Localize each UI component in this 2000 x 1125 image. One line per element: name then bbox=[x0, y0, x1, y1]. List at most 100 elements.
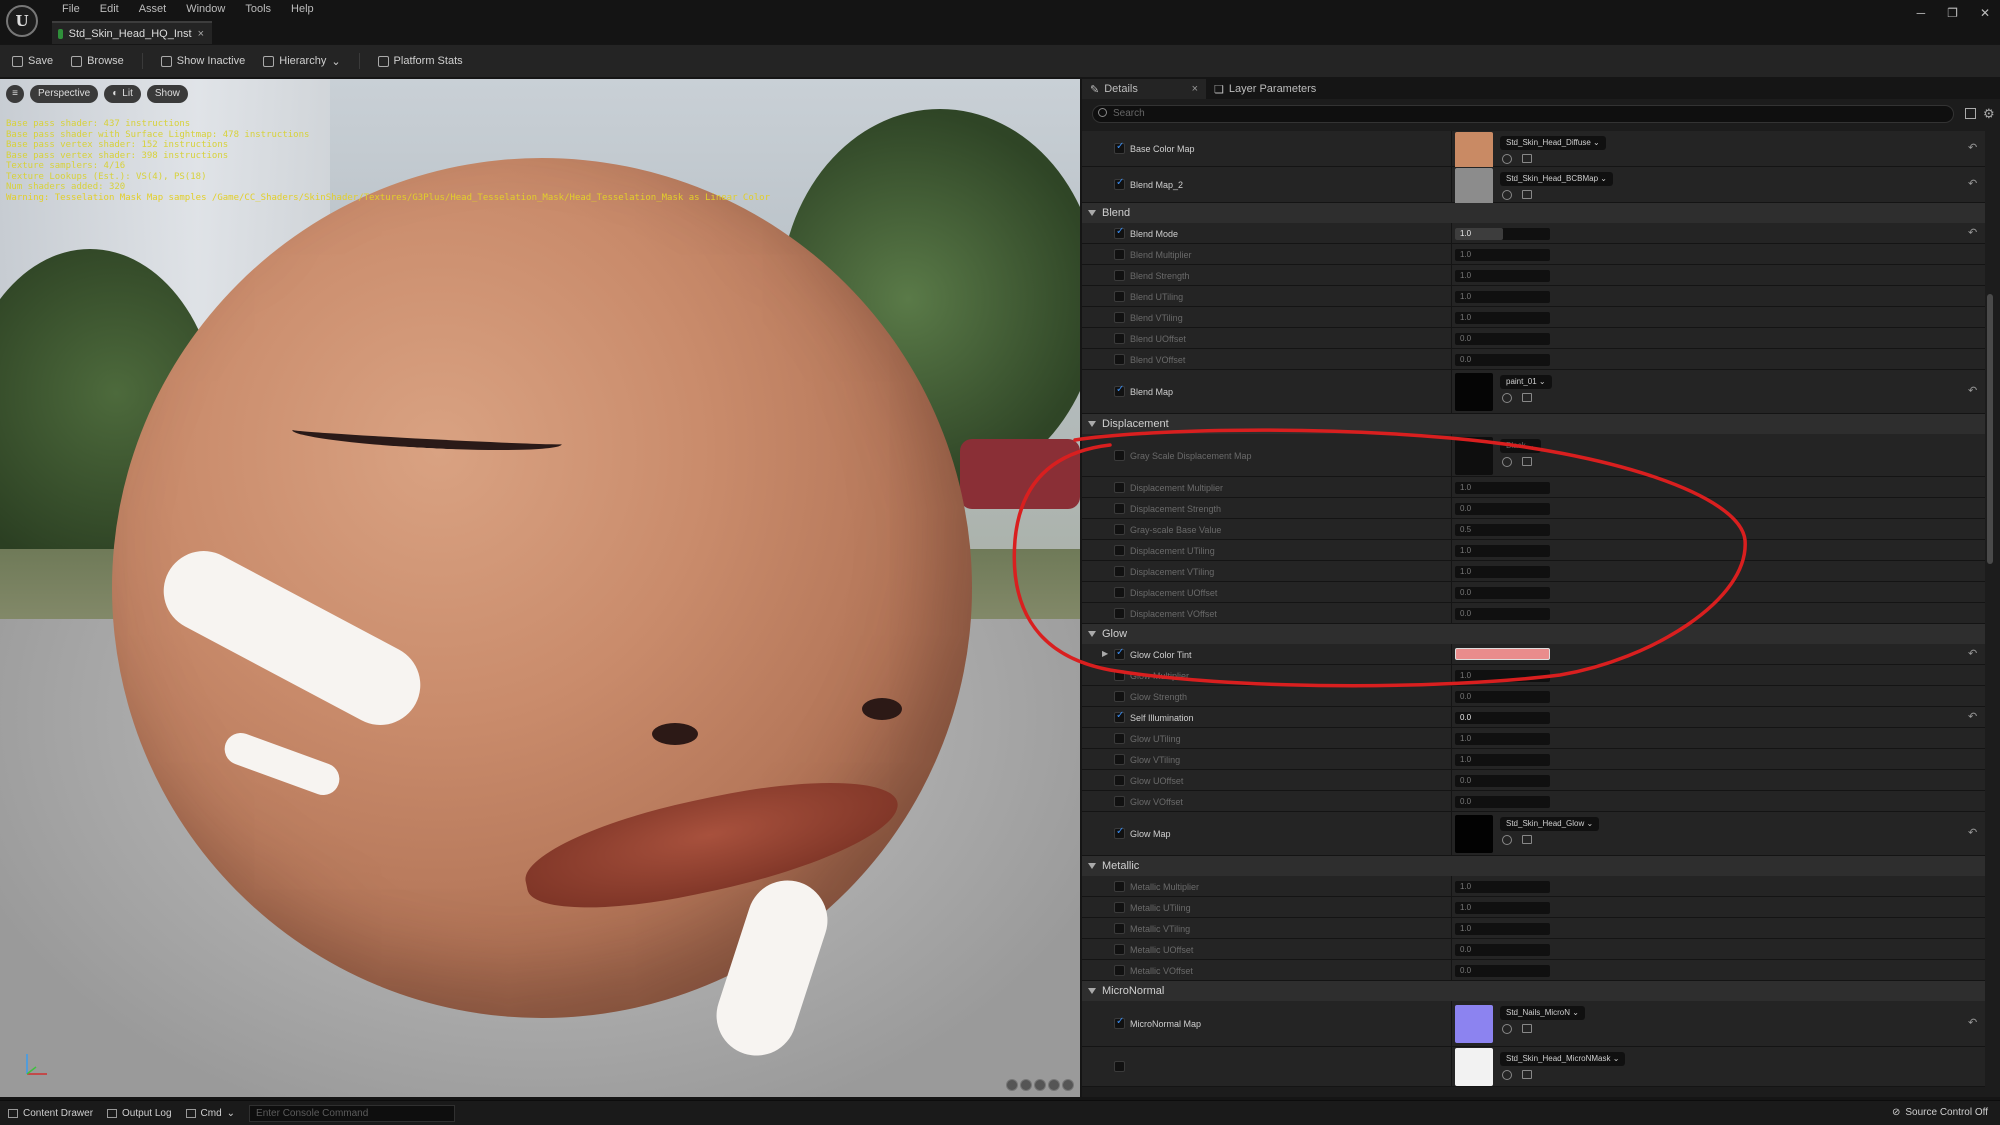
column-splitter[interactable] bbox=[1451, 897, 1452, 917]
category-glow[interactable]: Glow bbox=[1082, 624, 1985, 644]
override-checkbox[interactable] bbox=[1114, 923, 1125, 934]
override-checkbox[interactable] bbox=[1114, 670, 1125, 681]
use-selected-icon[interactable] bbox=[1502, 457, 1512, 467]
browse-asset-icon[interactable] bbox=[1522, 154, 1532, 163]
override-checkbox[interactable] bbox=[1114, 270, 1125, 281]
override-checkbox[interactable] bbox=[1114, 249, 1125, 260]
close-tab-icon[interactable]: × bbox=[198, 28, 204, 40]
column-splitter[interactable] bbox=[1451, 686, 1452, 706]
reset-to-default-icon[interactable]: ↶ bbox=[1968, 647, 1977, 660]
tab-layer-parameters[interactable]: ❏ Layer Parameters bbox=[1206, 79, 1324, 99]
menu-edit[interactable]: Edit bbox=[90, 2, 129, 16]
use-selected-icon[interactable] bbox=[1502, 393, 1512, 403]
use-selected-icon[interactable] bbox=[1502, 154, 1512, 164]
content-drawer-button[interactable]: Content Drawer bbox=[8, 1108, 93, 1119]
show-button[interactable]: Show bbox=[146, 85, 188, 103]
column-splitter[interactable] bbox=[1451, 749, 1452, 769]
category-micronormal[interactable]: MicroNormal bbox=[1082, 981, 1985, 1001]
override-checkbox[interactable] bbox=[1114, 710, 1125, 723]
grid-view-icon[interactable] bbox=[1965, 108, 1976, 119]
override-checkbox[interactable] bbox=[1114, 177, 1125, 190]
reset-to-default-icon[interactable]: ↶ bbox=[1968, 177, 1977, 190]
override-checkbox[interactable] bbox=[1114, 354, 1125, 365]
category-metallic[interactable]: Metallic bbox=[1082, 856, 1985, 876]
cylinder-preview-icon[interactable] bbox=[1006, 1079, 1018, 1091]
use-selected-icon[interactable] bbox=[1502, 190, 1512, 200]
perspective-button[interactable]: Perspective bbox=[30, 85, 99, 103]
browse-asset-icon[interactable] bbox=[1522, 457, 1532, 466]
numeric-input[interactable]: 1.0 bbox=[1455, 545, 1550, 557]
numeric-input[interactable]: 1.0 bbox=[1455, 923, 1550, 935]
override-checkbox[interactable] bbox=[1114, 796, 1125, 807]
numeric-input[interactable]: 1.0 bbox=[1455, 733, 1550, 745]
browse-asset-icon[interactable] bbox=[1522, 835, 1532, 844]
override-checkbox[interactable] bbox=[1114, 226, 1125, 239]
column-splitter[interactable] bbox=[1451, 167, 1452, 202]
override-checkbox[interactable] bbox=[1114, 775, 1125, 786]
texture-asset-picker[interactable]: Black ⌄ bbox=[1500, 439, 1541, 453]
override-checkbox[interactable] bbox=[1114, 608, 1125, 619]
numeric-input[interactable]: 1.0 bbox=[1455, 270, 1550, 282]
column-splitter[interactable] bbox=[1451, 707, 1452, 727]
column-splitter[interactable] bbox=[1451, 370, 1452, 413]
reset-to-default-icon[interactable]: ↶ bbox=[1968, 226, 1977, 239]
override-checkbox[interactable] bbox=[1114, 691, 1125, 702]
override-checkbox[interactable] bbox=[1114, 881, 1125, 892]
console-input[interactable]: Enter Console Command bbox=[249, 1104, 456, 1122]
color-swatch[interactable] bbox=[1455, 648, 1550, 660]
show-inactive-button[interactable]: Show Inactive bbox=[160, 55, 245, 67]
minimize-icon[interactable]: ─ bbox=[1917, 6, 1926, 20]
category-displacement[interactable]: Displacement bbox=[1082, 414, 1985, 434]
override-checkbox[interactable] bbox=[1114, 826, 1125, 839]
numeric-input[interactable]: 1.0 bbox=[1455, 291, 1550, 303]
override-checkbox[interactable] bbox=[1114, 482, 1125, 493]
unreal-logo-icon[interactable]: U bbox=[6, 5, 38, 37]
column-splitter[interactable] bbox=[1451, 812, 1452, 855]
texture-thumbnail[interactable] bbox=[1455, 815, 1493, 853]
override-checkbox[interactable] bbox=[1114, 333, 1125, 344]
tab-details[interactable]: ✎ Details × bbox=[1082, 79, 1206, 99]
numeric-input[interactable]: 0.0 bbox=[1455, 944, 1550, 956]
numeric-input[interactable]: 1.0 bbox=[1455, 902, 1550, 914]
numeric-input[interactable]: 0.0 bbox=[1455, 333, 1550, 345]
numeric-input[interactable]: 0.0 bbox=[1455, 691, 1550, 703]
reset-to-default-icon[interactable]: ↶ bbox=[1968, 826, 1977, 839]
column-splitter[interactable] bbox=[1451, 939, 1452, 959]
column-splitter[interactable] bbox=[1451, 286, 1452, 306]
numeric-input[interactable]: 0.0 bbox=[1455, 712, 1550, 724]
override-checkbox[interactable] bbox=[1114, 754, 1125, 765]
reset-to-default-icon[interactable]: ↶ bbox=[1968, 1016, 1977, 1029]
lit-button[interactable]: ◐ Lit bbox=[104, 85, 141, 103]
cmd-dropdown[interactable]: Cmd ⌄ bbox=[185, 1108, 235, 1119]
column-splitter[interactable] bbox=[1451, 1001, 1452, 1046]
viewport-menu-button[interactable]: ≡ bbox=[6, 85, 24, 103]
save-button[interactable]: Save bbox=[12, 55, 53, 67]
category-blend[interactable]: Blend bbox=[1082, 203, 1985, 223]
override-checkbox[interactable] bbox=[1114, 566, 1125, 577]
numeric-input[interactable]: 0.0 bbox=[1455, 796, 1550, 808]
browse-asset-icon[interactable] bbox=[1522, 1070, 1532, 1079]
override-checkbox[interactable] bbox=[1114, 587, 1125, 598]
menu-window[interactable]: Window bbox=[176, 2, 235, 16]
numeric-input[interactable]: 0.0 bbox=[1455, 587, 1550, 599]
column-splitter[interactable] bbox=[1451, 1047, 1452, 1086]
numeric-input[interactable]: 0.0 bbox=[1455, 965, 1550, 977]
column-splitter[interactable] bbox=[1451, 131, 1452, 166]
texture-asset-picker[interactable]: Std_Nails_MicroN ⌄ bbox=[1500, 1006, 1585, 1020]
browse-asset-icon[interactable] bbox=[1522, 393, 1532, 402]
column-splitter[interactable] bbox=[1451, 265, 1452, 285]
menu-asset[interactable]: Asset bbox=[129, 2, 177, 16]
override-checkbox[interactable] bbox=[1114, 450, 1125, 461]
hierarchy-dropdown[interactable]: Hierarchy ⌄ bbox=[263, 55, 341, 68]
texture-thumbnail[interactable] bbox=[1455, 132, 1493, 170]
override-checkbox[interactable] bbox=[1114, 503, 1125, 514]
override-checkbox[interactable] bbox=[1114, 545, 1125, 556]
numeric-input[interactable]: 1.0 bbox=[1455, 482, 1550, 494]
browse-asset-icon[interactable] bbox=[1522, 190, 1532, 199]
close-tab-icon[interactable]: × bbox=[1192, 83, 1198, 95]
texture-asset-picker[interactable]: paint_01 ⌄ bbox=[1500, 375, 1552, 389]
preview-viewport[interactable]: ≡ Perspective ◐ Lit Show Base pass shader… bbox=[0, 79, 1080, 1097]
column-splitter[interactable] bbox=[1451, 770, 1452, 790]
texture-thumbnail[interactable] bbox=[1455, 1048, 1493, 1086]
plane-preview-icon[interactable] bbox=[1034, 1079, 1046, 1091]
